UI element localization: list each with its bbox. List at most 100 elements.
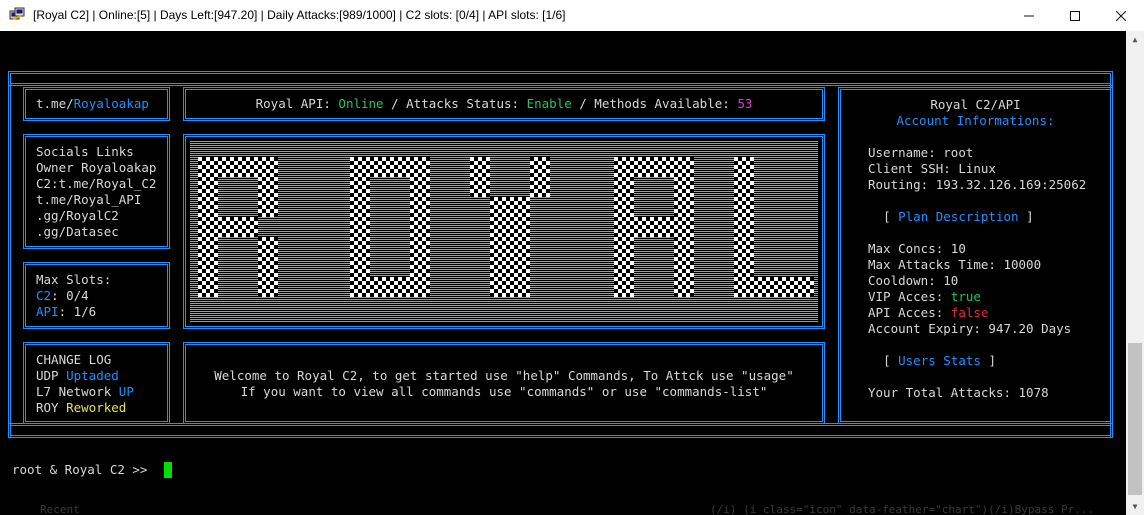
logo-block (258, 237, 278, 257)
methods-count: 53 (737, 96, 753, 111)
logo-block (510, 257, 530, 277)
logo-block (258, 157, 278, 177)
close-icon (1116, 10, 1126, 21)
slots-title: Max Slots: (36, 272, 112, 287)
stats-bracket-open: [ (883, 353, 899, 368)
maximize-button[interactable] (1052, 0, 1098, 31)
logo-block (614, 257, 634, 277)
logo-block (634, 157, 654, 177)
changelog-title: CHANGE LOG (36, 352, 112, 367)
client-label: Client SSH: (868, 161, 959, 176)
logo-block (410, 277, 430, 297)
socials-api-link[interactable]: t.me/Royal_API (36, 192, 141, 207)
socials-discord-datasec[interactable]: .gg/Datasec (36, 224, 119, 239)
logo-block (198, 217, 218, 237)
logo-block (654, 157, 674, 177)
total-attacks-label: Your Total Attacks: (868, 385, 1019, 400)
close-button[interactable] (1098, 0, 1144, 31)
window-title: [Royal C2] | Online:[5] | Days Left:[947… (33, 8, 566, 22)
vertical-scrollbar[interactable]: ▲ ▼ (1126, 31, 1144, 515)
changelog-box: CHANGE LOG UDP Uptaded L7 Network UP ROY… (23, 342, 170, 424)
slots-box: Max Slots: C2: 0/4 API: 1/6 (23, 262, 170, 329)
logo-block (258, 277, 278, 297)
logo-block (674, 277, 694, 297)
putty-terminal-icon (9, 7, 25, 20)
logo-block (198, 177, 218, 197)
routing-value: 193.32.126.169:25062 (935, 177, 1087, 192)
account-info-box: Royal C2/API Account Informations: Userna… (838, 87, 1113, 424)
telegram-prefix: t.me/ (36, 96, 74, 111)
scroll-up-icon[interactable]: ▲ (1126, 31, 1144, 48)
socials-discord-royalc2[interactable]: .gg/RoyalC2 (36, 208, 119, 223)
logo-block (734, 197, 754, 217)
vip-label: VIP Acces: (868, 289, 951, 304)
changelog-item-status: UP (118, 384, 134, 399)
logo-block (490, 277, 510, 297)
command-prompt[interactable]: root & Royal C2 >> (12, 462, 155, 478)
logo-block (490, 237, 510, 257)
changelog-item-name: UDP (36, 368, 67, 383)
logo-block (198, 277, 218, 297)
logo-block (470, 177, 490, 197)
logo-block (614, 277, 634, 297)
attacks-status-label: / Attacks Status: (383, 96, 527, 111)
logo-block (614, 157, 634, 177)
logo-block (530, 157, 550, 177)
logo-block (674, 157, 694, 177)
logo-block (614, 177, 634, 197)
minimize-button[interactable] (1006, 0, 1052, 31)
logo-block (350, 157, 370, 177)
changelog-item-status: Uptaded (66, 368, 119, 383)
methods-label: / Methods Available: (571, 96, 738, 111)
logo-block (674, 177, 694, 197)
socials-c2-link[interactable]: C2:t.me/Royal_C2 (36, 176, 156, 191)
maximize-icon (1070, 10, 1080, 21)
logo-block (654, 217, 674, 237)
logo-block (734, 257, 754, 277)
stats-bracket-close: ] (980, 353, 996, 368)
logo-block (674, 217, 694, 237)
logo-block (410, 237, 430, 257)
logo-block (350, 177, 370, 197)
royal-ascii-logo (190, 141, 818, 322)
slots-c2-value: : 0/4 (51, 288, 89, 303)
account-title: Royal C2/API (930, 97, 1021, 112)
api-access-label: API Acces: (868, 305, 951, 320)
socials-box: Socials Links Owner Royaloakap C2:t.me/R… (23, 134, 170, 249)
telegram-handle-link[interactable]: Royaloakap (74, 96, 149, 111)
scroll-down-icon[interactable]: ▼ (1126, 498, 1144, 515)
logo-block (530, 177, 550, 197)
username-label: Username: (868, 145, 944, 160)
expiry-value: 947.20 Days (988, 321, 1072, 336)
logo-block (510, 197, 530, 217)
telegram-box: t.me/Royaloakap (23, 87, 170, 121)
changelog-item-name: L7 Network (36, 384, 119, 399)
logo-block (734, 277, 754, 297)
logo-block (350, 217, 370, 237)
logo-block (734, 157, 754, 177)
account-subtitle: Account Informations: (896, 113, 1055, 128)
cooldown-label: Cooldown: (868, 273, 944, 288)
logo-block (350, 277, 370, 297)
logo-block (510, 277, 530, 297)
logo-block (754, 277, 774, 297)
logo-block (794, 277, 814, 297)
plan-description-heading: Plan Description (898, 209, 1019, 224)
logo-block (258, 257, 278, 277)
scroll-thumb[interactable] (1128, 343, 1142, 495)
logo-block (350, 237, 370, 257)
max-concs-label: Max Concs: (868, 241, 951, 256)
welcome-box: Welcome to Royal C2, to get started use … (183, 342, 825, 424)
logo-block (238, 217, 258, 237)
logo-block (350, 197, 370, 217)
api-status-value: Online (338, 96, 384, 111)
total-attacks-value: 1078 (1018, 385, 1049, 400)
expiry-label: Account Expiry: (868, 321, 989, 336)
prompt-text: root & Royal C2 >> (12, 462, 155, 477)
slots-api-label: API (36, 304, 59, 319)
max-time-label: Max Attacks Time: (868, 257, 1004, 272)
logo-block (774, 277, 794, 297)
window-titlebar[interactable]: [Royal C2] | Online:[5] | Days Left:[947… (0, 0, 1144, 31)
logo-block (198, 257, 218, 277)
background-window-text-left: Recent (40, 505, 80, 515)
